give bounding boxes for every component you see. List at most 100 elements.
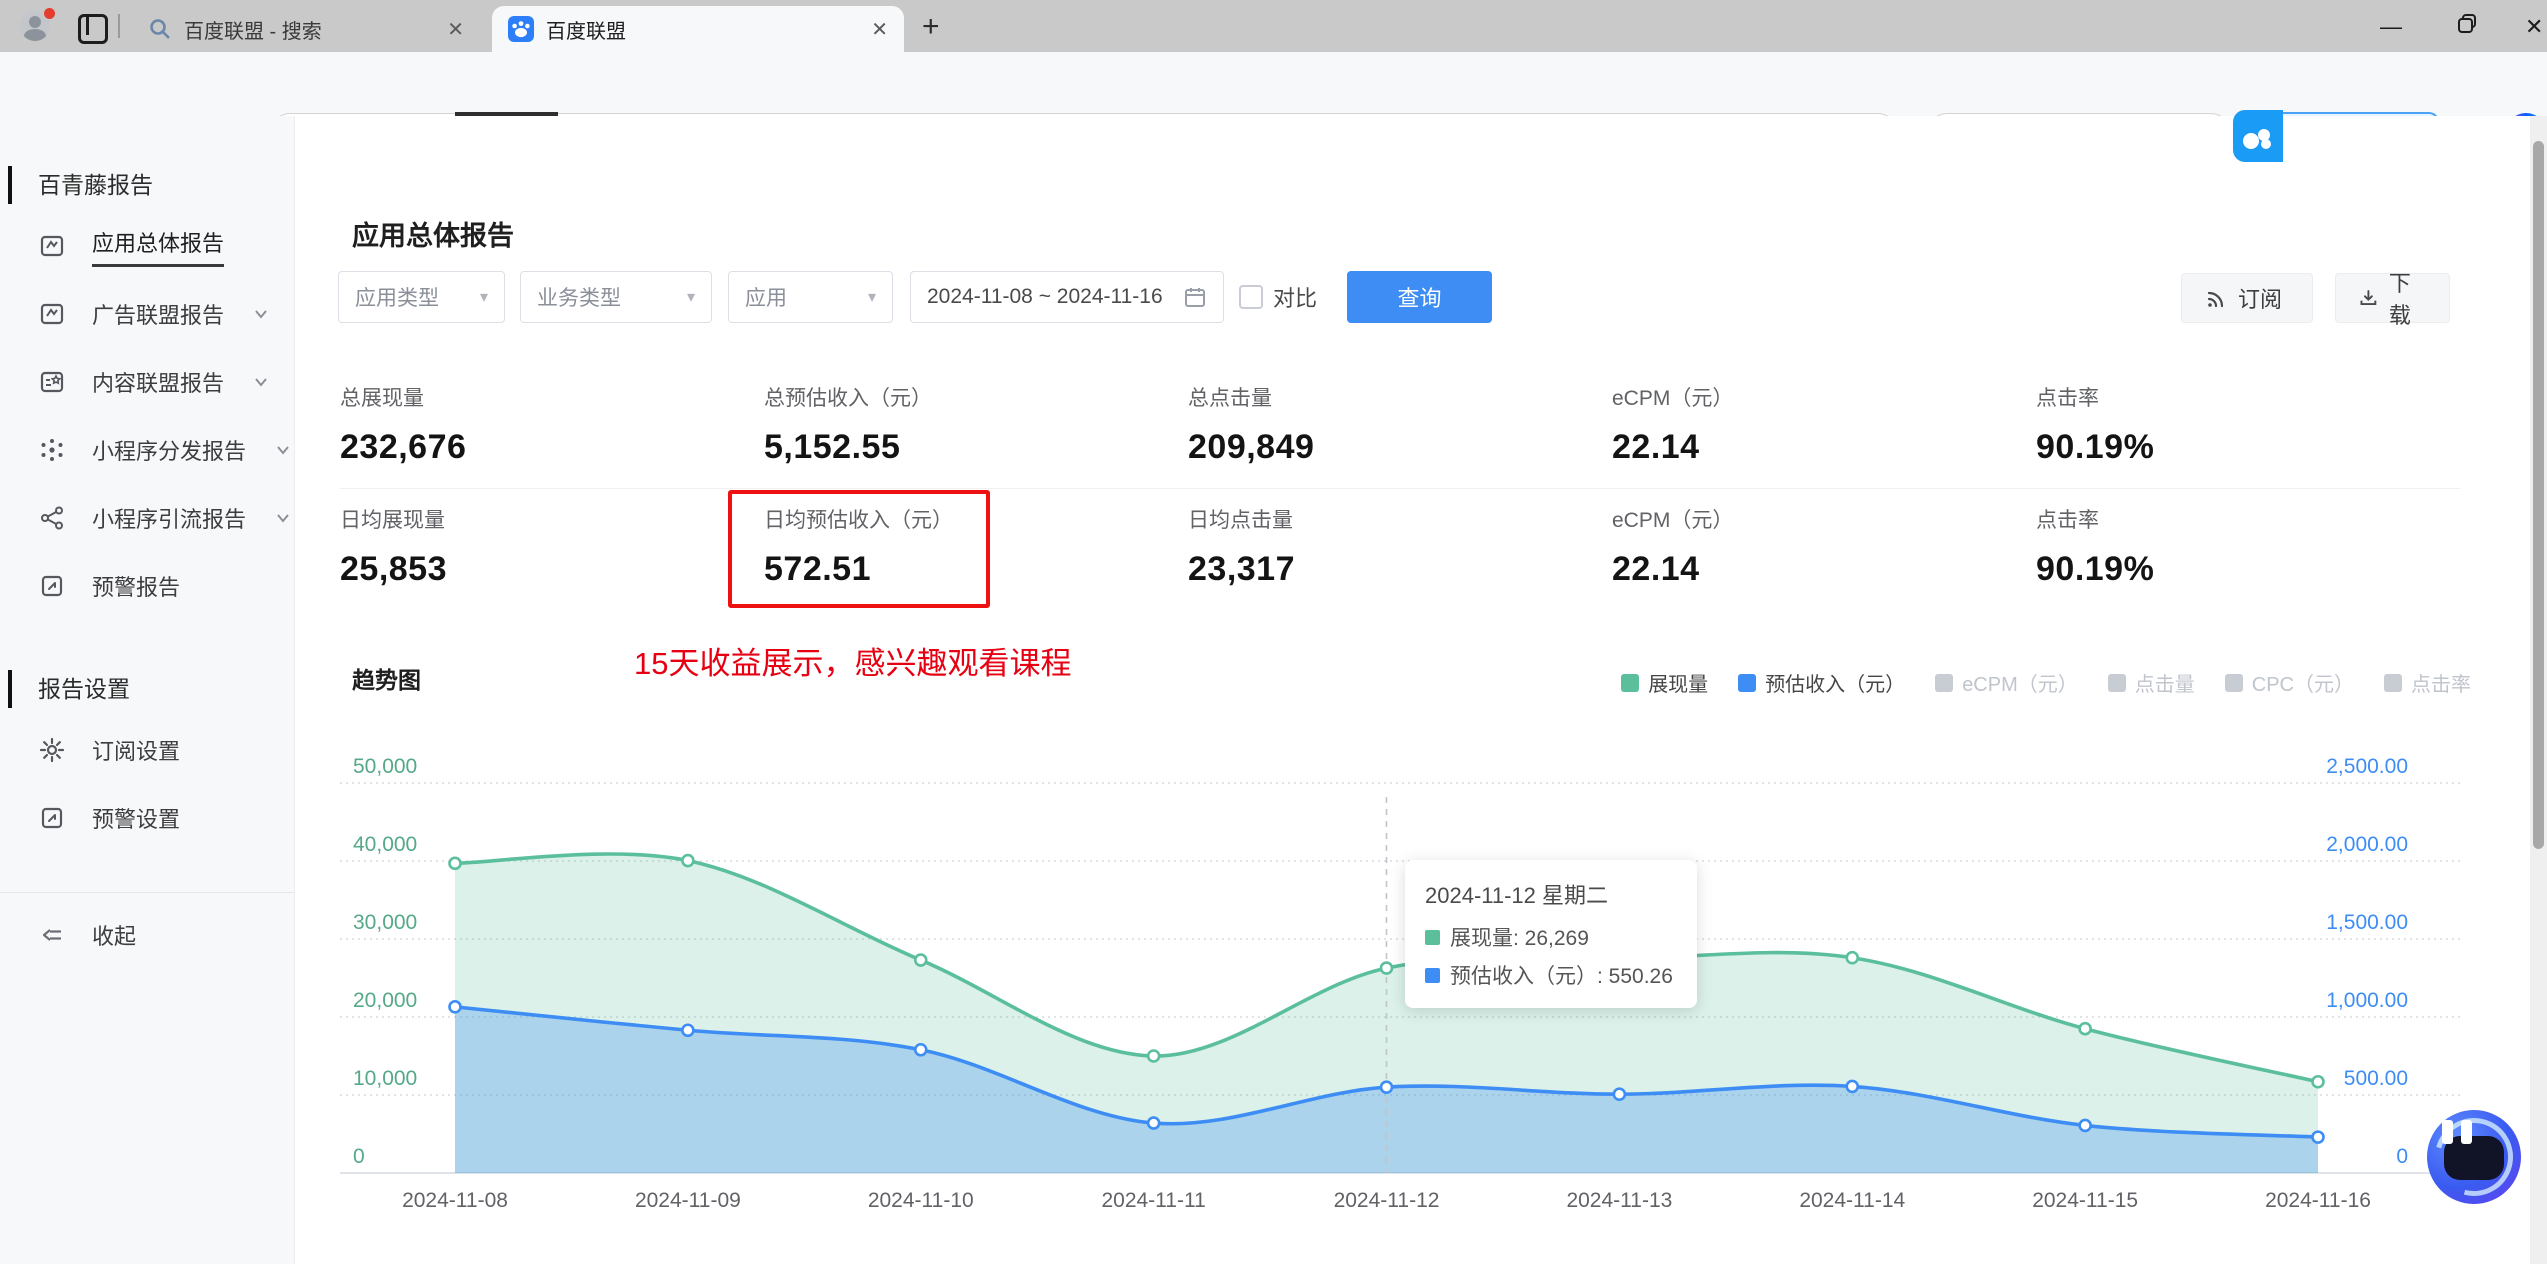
chart-legend: 展现量 预估收入（元） eCPM（元） 点击量 CPC（元） 点击率 — [1621, 668, 2471, 697]
stat-daily-ctr: 点击率 90.19% — [2036, 509, 2155, 588]
point-预估收入（元）[interactable] — [1379, 1080, 1394, 1094]
tab-title: 百度联盟 - 搜索 — [184, 20, 322, 43]
point-展现量[interactable] — [2311, 1074, 2325, 1089]
point-展现量[interactable] — [1146, 1049, 1161, 1063]
tab-close-icon[interactable]: ✕ — [447, 17, 464, 42]
y-axis-left-label: 30,000 — [353, 911, 417, 934]
query-button[interactable]: 查询 — [1347, 271, 1492, 323]
sidebar-item-miniprogram-traffic-report[interactable]: 小程序引流报告 — [0, 484, 294, 552]
mini-program-distribution-icon — [41, 439, 63, 461]
sidebar-item-content-union-report[interactable]: 内容联盟报告 — [0, 348, 294, 416]
browser-tab-baidu-union[interactable]: 百度联盟 ✕ — [492, 6, 904, 52]
y-axis-right-label: 1,500.00 — [2326, 911, 2408, 934]
chevron-down-icon — [277, 514, 289, 523]
window-minimize-button[interactable]: — — [2380, 14, 2402, 40]
floating-assistant-button[interactable] — [2420, 1103, 2528, 1211]
y-axis-right-label: 1,000.00 — [2326, 989, 2408, 1012]
legend-label: 点击率 — [2411, 674, 2471, 696]
stats-row-total: 总展现量 232,676 总预估收入（元） 5,152.55 总点击量 209,849… — [340, 382, 2460, 467]
chevron-down-icon: ▾ — [479, 289, 488, 306]
subscribe-button[interactable]: 订阅 — [2181, 273, 2313, 323]
point-预估收入（元）[interactable] — [681, 1023, 695, 1038]
sidebar-item-miniprogram-distribution-report[interactable]: 小程序分发报告 — [0, 416, 294, 484]
tab-title: 百度联盟 — [546, 20, 626, 43]
compare-option[interactable]: 对比 — [1239, 271, 1317, 323]
new-tab-button[interactable]: + — [922, 12, 940, 42]
content-report-icon — [40, 371, 64, 393]
browser-tab-strip: 百度联盟 - 搜索 ✕ 百度联盟 ✕ + — ✕ — [0, 0, 2547, 52]
x-axis-label: 2024-11-10 — [868, 1189, 974, 1212]
app-type-select[interactable]: 应用类型 ▾ — [338, 271, 505, 323]
sidebar-collapse-button[interactable]: 收起 — [0, 892, 294, 969]
legend-item[interactable]: 展现量 — [1621, 668, 1708, 697]
point-展现量[interactable] — [2078, 1021, 2092, 1036]
point-展现量[interactable] — [1379, 961, 1394, 975]
point-预估收入（元）[interactable] — [1612, 1087, 1627, 1102]
legend-item[interactable]: eCPM（元） — [1935, 668, 2078, 697]
profile-notification-dot — [42, 6, 57, 21]
browser-tab-search[interactable]: 百度联盟 - 搜索 ✕ — [132, 6, 480, 52]
legend-swatch — [1935, 673, 1954, 692]
sidebar-item-app-overall-report[interactable]: 应用总体报告 — [0, 212, 294, 280]
baidu-union-favicon-icon — [508, 16, 534, 42]
point-预估收入（元）[interactable] — [2078, 1118, 2092, 1133]
legend-item[interactable]: 点击率 — [2384, 668, 2471, 697]
stats-row-daily: 日均展现量 25,853 日均预估收入（元） 572.51 日均点击量 23,317 … — [340, 504, 2460, 589]
section-marker — [8, 670, 12, 708]
calendar-icon — [1185, 288, 1205, 307]
sidebar-item-subscribe-settings[interactable]: 订阅设置 — [0, 716, 294, 784]
download-icon — [2360, 290, 2377, 306]
point-预估收入（元）[interactable] — [2311, 1130, 2325, 1144]
point-预估收入（元）[interactable] — [448, 1000, 462, 1014]
x-axis-label: 2024-11-12 — [1334, 1189, 1440, 1212]
stat-daily-ecpm: eCPM（元） 22.14 — [1612, 509, 1734, 588]
stat-daily-impressions: 日均展现量 25,853 — [340, 509, 447, 588]
point-预估收入（元）[interactable] — [1845, 1079, 1860, 1094]
y-axis-right-label: 2,500.00 — [2326, 755, 2408, 778]
search-favicon-icon — [150, 19, 170, 39]
chart-title: 趋势图 — [352, 667, 421, 693]
sidebar-item-alert-settings[interactable]: 预警设置 — [0, 784, 294, 852]
x-axis-label: 2024-11-09 — [635, 1189, 741, 1212]
page-content: 百青藤报告 应用总体报告 广告联盟报告 内容联盟报告 小程序分发报告 小程序引流… — [0, 116, 2547, 1264]
legend-label: 点击量 — [2134, 674, 2195, 696]
y-axis-right-label: 500.00 — [2344, 1067, 2408, 1090]
tab-close-icon[interactable]: ✕ — [871, 17, 888, 42]
scrollbar-track[interactable] — [2530, 116, 2547, 1264]
assistant-face — [2444, 1136, 2504, 1180]
tooltip-row-impressions: 展现量: 26,269 — [1425, 922, 1677, 952]
point-预估收入（元）[interactable] — [913, 1042, 928, 1057]
stat-total-clicks: 总点击量 209,849 — [1188, 387, 1315, 466]
point-展现量[interactable] — [913, 953, 928, 967]
tab-strip-divider — [118, 14, 120, 38]
legend-item[interactable]: 点击量 — [2107, 668, 2195, 697]
point-展现量[interactable] — [1845, 950, 1860, 965]
compare-checkbox[interactable] — [1239, 285, 1263, 309]
biz-type-select[interactable]: 业务类型 ▾ — [520, 271, 712, 323]
legend-label: CPC（元） — [2251, 674, 2354, 696]
download-button[interactable]: 下载 — [2335, 271, 2450, 328]
report-icon — [40, 303, 64, 325]
stat-daily-clicks: 日均点击量 23,317 — [1188, 509, 1295, 588]
stat-ecpm: eCPM（元） 22.14 — [1612, 387, 1734, 466]
legend-item[interactable]: 预估收入（元） — [1738, 668, 1905, 697]
sidebar-item-ad-union-report[interactable]: 广告联盟报告 — [0, 280, 294, 348]
window-close-button[interactable]: ✕ — [2525, 14, 2543, 40]
window-restore-button[interactable] — [2455, 12, 2479, 42]
assistant-eye — [2442, 1120, 2453, 1144]
assistant-eye — [2461, 1120, 2472, 1144]
workspaces-icon[interactable] — [78, 14, 108, 44]
app-select[interactable]: 应用 ▾ — [728, 271, 893, 323]
y-axis-left-label: 20,000 — [353, 989, 417, 1012]
scrollbar-thumb[interactable] — [2533, 141, 2544, 849]
legend-item[interactable]: CPC（元） — [2224, 668, 2354, 697]
chevron-down-icon — [255, 310, 267, 319]
rss-icon — [2207, 291, 2224, 308]
date-range-picker[interactable]: 2024-11-08 ~ 2024-11-16 — [910, 271, 1224, 323]
sidebar-item-alert-report[interactable]: 预警报告 — [0, 552, 294, 620]
alert-settings-icon — [41, 807, 63, 829]
series-swatch — [1425, 967, 1440, 983]
point-展现量[interactable] — [448, 856, 462, 871]
point-预估收入（元）[interactable] — [1146, 1116, 1161, 1130]
point-展现量[interactable] — [681, 853, 695, 868]
